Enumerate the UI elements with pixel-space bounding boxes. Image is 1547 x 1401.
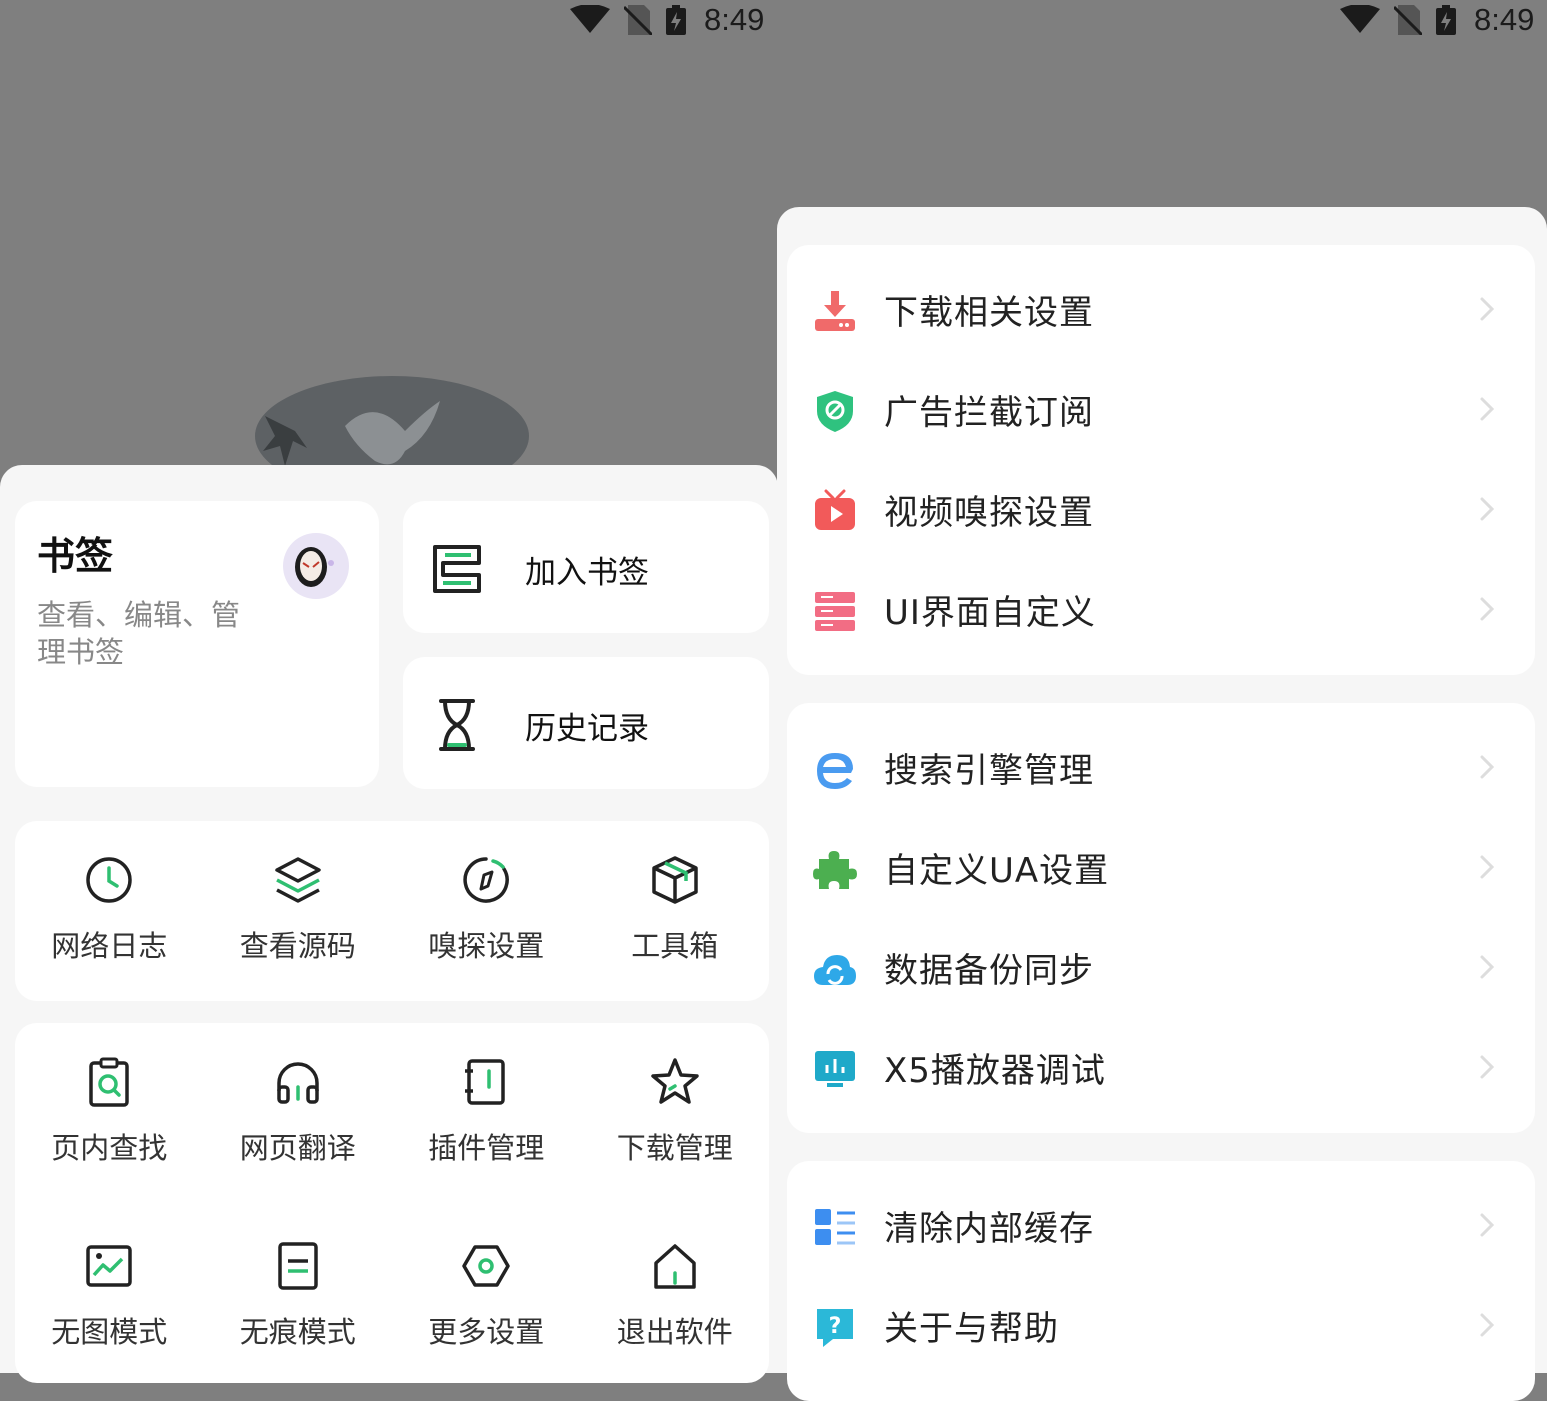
view-source-button[interactable]: 查看源码 bbox=[204, 853, 393, 965]
puzzle-icon bbox=[813, 851, 857, 889]
chevron-right-icon bbox=[1480, 755, 1495, 779]
star-icon bbox=[651, 1058, 699, 1104]
tv-play-icon bbox=[815, 489, 855, 530]
help-bubble-icon: ? bbox=[817, 1309, 853, 1347]
bookmark-add-icon bbox=[433, 545, 481, 593]
find-in-page-icon bbox=[89, 1057, 129, 1107]
shield-block-icon bbox=[817, 391, 853, 432]
search-engine-row[interactable]: 搜索引擎管理 bbox=[787, 717, 1535, 817]
no-sim-icon bbox=[624, 5, 652, 35]
wifi-icon bbox=[1340, 5, 1380, 33]
battery-charging-icon bbox=[1436, 5, 1456, 35]
ui-customize-row[interactable]: UI界面自定义 bbox=[787, 559, 1535, 659]
settings-group-1: 下载相关设置 广告拦截订阅 视频嗅探设置 UI界面自定义 bbox=[787, 245, 1535, 675]
list-grid-icon bbox=[815, 1209, 855, 1245]
settings-group-2: 搜索引擎管理 自定义UA设置 数据备份同步 X5播放器调试 bbox=[787, 703, 1535, 1133]
layers-icon bbox=[275, 857, 321, 903]
bookmark-title: 书签 bbox=[37, 534, 114, 578]
headphones-icon bbox=[277, 1062, 319, 1104]
status-bar-right: 8:49 bbox=[1340, 0, 1534, 40]
x5-player-debug-row[interactable]: X5播放器调试 bbox=[787, 1017, 1535, 1117]
exit-app-button[interactable]: 退出软件 bbox=[581, 1239, 770, 1351]
download-settings-row[interactable]: 下载相关设置 bbox=[787, 259, 1535, 359]
clear-cache-row[interactable]: 清除内部缓存 bbox=[787, 1175, 1535, 1275]
network-log-button[interactable]: 网络日志 bbox=[15, 853, 204, 965]
image-icon bbox=[86, 1245, 132, 1287]
wifi-icon bbox=[570, 5, 610, 33]
sniff-settings-button[interactable]: 嗅探设置 bbox=[392, 853, 581, 965]
download-manager-button[interactable]: 下载管理 bbox=[581, 1055, 770, 1167]
bookmark-card[interactable]: 书签 查看、编辑、管理书签 bbox=[15, 501, 379, 787]
translate-page-button[interactable]: 网页翻译 bbox=[204, 1055, 393, 1167]
tools-card: 网络日志 查看源码 嗅探设置 工具箱 bbox=[15, 821, 769, 1001]
monitor-chart-icon bbox=[815, 1051, 855, 1087]
document-icon bbox=[278, 1242, 318, 1290]
plugin-manager-button[interactable]: 插件管理 bbox=[392, 1055, 581, 1167]
chevron-right-icon bbox=[1480, 1055, 1495, 1079]
more-tools-card: 页内查找 网页翻译 插件管理 下载管理 无图模式 无痕模式 更多设置 退出软件 bbox=[15, 1023, 769, 1383]
settings-panel: 下载相关设置 广告拦截订阅 视频嗅探设置 UI界面自定义 搜索引擎管理 自定义U… bbox=[777, 207, 1547, 1401]
no-sim-icon bbox=[1394, 5, 1422, 35]
hourglass-icon bbox=[439, 699, 475, 751]
chevron-right-icon bbox=[1480, 1313, 1495, 1337]
svg-text:?: ? bbox=[829, 1314, 842, 1339]
status-bar-left: 8:49 bbox=[570, 0, 764, 40]
avatar bbox=[283, 533, 349, 599]
plugin-book-icon bbox=[465, 1059, 505, 1105]
history-button[interactable]: 历史记录 bbox=[403, 657, 769, 789]
data-backup-row[interactable]: 数据备份同步 bbox=[787, 917, 1535, 1017]
add-bookmark-label: 加入书签 bbox=[525, 555, 649, 591]
more-settings-button[interactable]: 更多设置 bbox=[392, 1239, 581, 1351]
custom-ua-row[interactable]: 自定义UA设置 bbox=[787, 817, 1535, 917]
toolbox-button[interactable]: 工具箱 bbox=[581, 853, 770, 965]
home-exit-icon bbox=[654, 1244, 696, 1289]
battery-charging-icon bbox=[666, 5, 686, 35]
hexagon-settings-icon bbox=[462, 1245, 510, 1287]
add-bookmark-button[interactable]: 加入书签 bbox=[403, 501, 769, 633]
find-in-page-button[interactable]: 页内查找 bbox=[15, 1055, 204, 1167]
clock-icon bbox=[86, 857, 132, 903]
bookmark-subtitle: 查看、编辑、管理书签 bbox=[37, 598, 241, 669]
chevron-right-icon bbox=[1480, 1213, 1495, 1237]
about-help-row[interactable]: ? 关于与帮助 bbox=[787, 1275, 1535, 1375]
chevron-right-icon bbox=[1480, 855, 1495, 879]
cloud-sync-icon bbox=[814, 955, 856, 985]
compass-icon bbox=[463, 857, 510, 903]
settings-group-3: 清除内部缓存 ? 关于与帮助 bbox=[787, 1161, 1535, 1401]
no-image-mode-button[interactable]: 无图模式 bbox=[15, 1239, 204, 1351]
incognito-mode-button[interactable]: 无痕模式 bbox=[204, 1239, 393, 1351]
video-sniff-row[interactable]: 视频嗅探设置 bbox=[787, 459, 1535, 559]
download-icon bbox=[815, 291, 855, 331]
box-icon bbox=[652, 856, 698, 904]
status-time: 8:49 bbox=[1474, 2, 1535, 37]
chevron-right-icon bbox=[1480, 397, 1495, 421]
status-time: 8:49 bbox=[704, 2, 765, 37]
chevron-right-icon bbox=[1480, 297, 1495, 321]
chevron-right-icon bbox=[1480, 597, 1495, 621]
ad-block-row[interactable]: 广告拦截订阅 bbox=[787, 359, 1535, 459]
history-label: 历史记录 bbox=[525, 711, 649, 747]
server-rack-icon bbox=[815, 592, 855, 631]
chevron-right-icon bbox=[1480, 955, 1495, 979]
browser-e-icon bbox=[817, 753, 853, 789]
bottom-menu-panel: 书签 查看、编辑、管理书签 加入书签 历史记录 网络日志 查看源码 嗅探设置 工… bbox=[0, 465, 778, 1383]
chevron-right-icon bbox=[1480, 497, 1495, 521]
